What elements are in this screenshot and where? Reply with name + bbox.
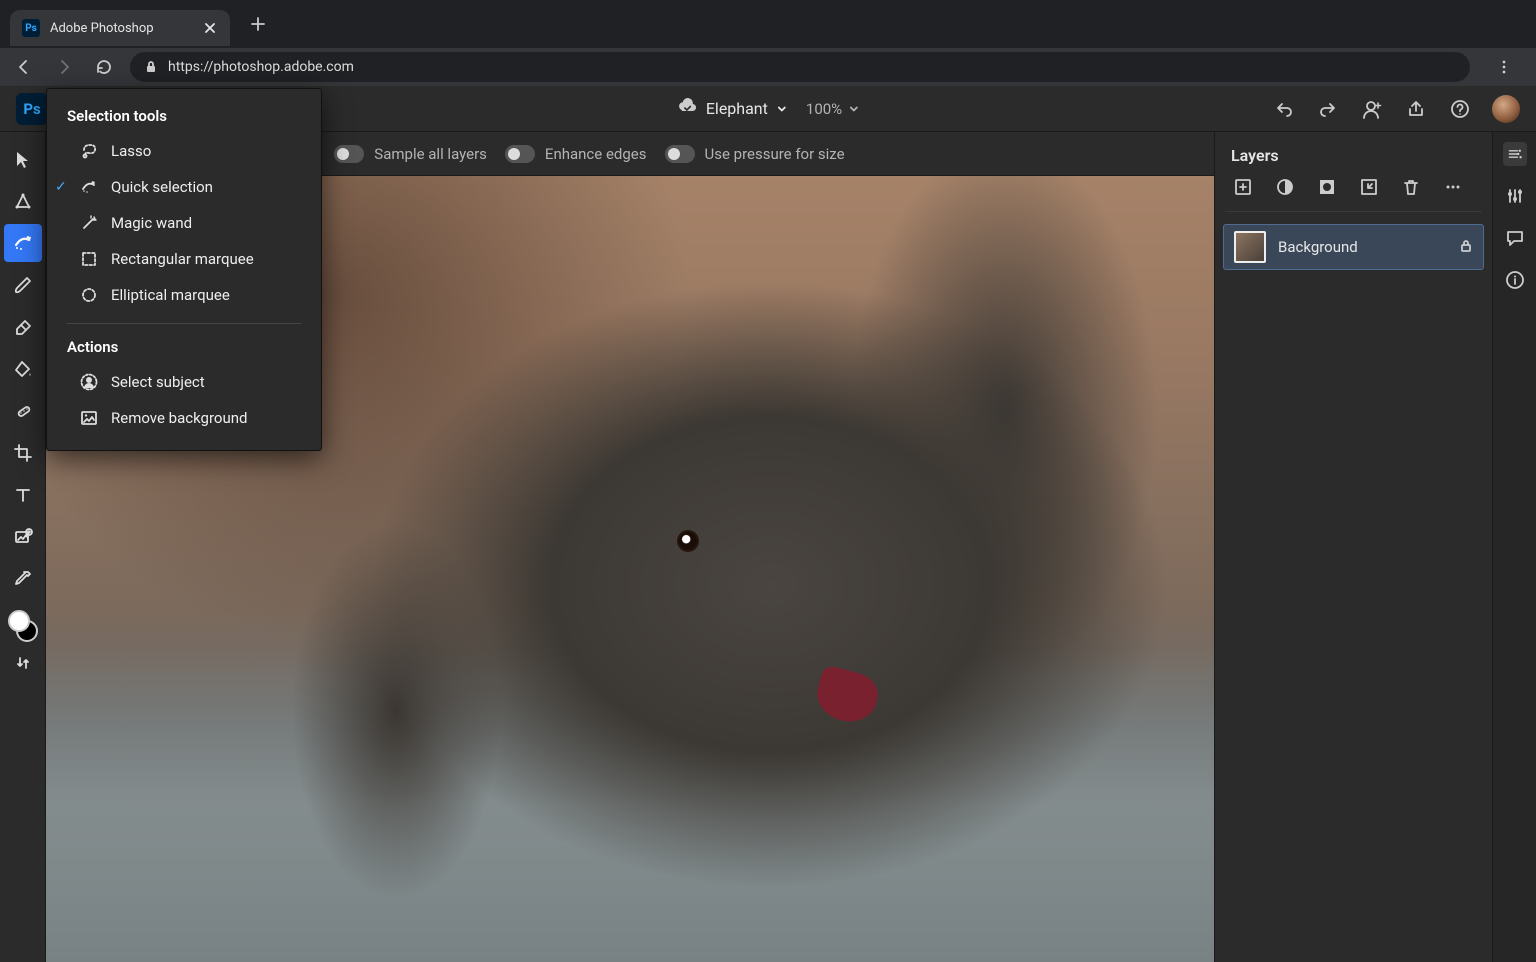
foreground-color-swatch[interactable] (8, 610, 30, 632)
brush-tool[interactable] (4, 266, 42, 304)
clip-mask-button[interactable] (1357, 175, 1381, 199)
properties-panel-icon[interactable] (1503, 142, 1527, 166)
layer-row-background[interactable]: Background (1223, 224, 1484, 270)
sample-all-layers-toggle[interactable]: Sample all layers (334, 145, 487, 163)
mask-button[interactable] (1315, 175, 1339, 199)
flyout-item-remove-bg[interactable]: ✓ Remove background (47, 400, 321, 436)
transform-tool[interactable] (4, 182, 42, 220)
flyout-item-quick-selection[interactable]: ✓ Quick selection (47, 169, 321, 205)
toggle-label: Enhance edges (545, 145, 647, 163)
reload-button[interactable] (90, 53, 118, 81)
place-image-tool[interactable] (4, 518, 42, 556)
more-layers-options-icon[interactable] (1441, 175, 1465, 199)
photoshop-logo[interactable]: Ps (16, 93, 48, 125)
help-icon[interactable] (1448, 97, 1472, 121)
flyout-item-rect-marquee[interactable]: ✓ Rectangular marquee (47, 241, 321, 277)
tools-panel (0, 132, 46, 962)
forward-button[interactable] (50, 53, 78, 81)
toggle-label: Sample all layers (374, 145, 487, 163)
browser-menu-button[interactable] (1490, 53, 1518, 81)
document-name: Elephant (706, 99, 768, 118)
lasso-icon (79, 141, 99, 161)
enhance-edges-toggle[interactable]: Enhance edges (505, 145, 647, 163)
toggle-switch[interactable] (334, 145, 364, 163)
redo-button[interactable] (1316, 97, 1340, 121)
close-tab-icon[interactable] (202, 20, 218, 36)
info-panel-icon[interactable] (1503, 268, 1527, 292)
new-tab-button[interactable] (244, 10, 272, 38)
selection-tool[interactable] (4, 224, 42, 262)
back-button[interactable] (10, 53, 38, 81)
flyout-item-magic-wand[interactable]: ✓ Magic wand (47, 205, 321, 241)
quick-selection-icon (79, 177, 99, 197)
zoom-control[interactable]: 100% (806, 100, 860, 118)
layers-panel: Layers Background (1214, 132, 1492, 962)
flyout-item-label: Select subject (111, 373, 205, 391)
lock-icon (144, 60, 158, 74)
cloud-sync-icon (676, 96, 698, 122)
comments-panel-icon[interactable] (1503, 226, 1527, 250)
share-icon[interactable] (1404, 97, 1428, 121)
flyout-item-label: Quick selection (111, 178, 213, 196)
canvas-artwork-detail (811, 664, 882, 728)
flyout-heading-selection: Selection tools (47, 103, 321, 133)
chevron-down-icon[interactable] (848, 103, 860, 115)
type-tool[interactable] (4, 476, 42, 514)
flyout-item-ellip-marquee[interactable]: ✓ Elliptical marquee (47, 277, 321, 313)
fill-tool[interactable] (4, 350, 42, 388)
browser-tab-strip: Ps Adobe Photoshop (0, 0, 1536, 48)
color-swatches[interactable] (6, 608, 40, 644)
canvas-artwork-detail (677, 530, 699, 552)
flyout-item-label: Elliptical marquee (111, 286, 230, 304)
layers-toolbar (1215, 175, 1492, 211)
eraser-tool[interactable] (4, 308, 42, 346)
invite-icon[interactable] (1360, 97, 1384, 121)
layer-name: Background (1278, 238, 1447, 256)
flyout-heading-actions: Actions (47, 334, 321, 364)
flyout-item-label: Magic wand (111, 214, 192, 232)
toggle-switch[interactable] (665, 145, 695, 163)
swap-colors-tool[interactable] (4, 648, 42, 678)
layer-thumbnail (1234, 231, 1266, 263)
browser-tab[interactable]: Ps Adobe Photoshop (10, 10, 230, 46)
selection-tools-flyout: Selection tools ✓ Lasso ✓ Quick selectio… (46, 88, 322, 451)
undo-button[interactable] (1272, 97, 1296, 121)
delete-layer-button[interactable] (1399, 175, 1423, 199)
flyout-item-label: Lasso (111, 142, 151, 160)
crop-tool[interactable] (4, 434, 42, 472)
add-layer-button[interactable] (1231, 175, 1255, 199)
move-tool[interactable] (4, 140, 42, 178)
rect-marquee-icon (79, 249, 99, 269)
adjustments-panel-icon[interactable] (1503, 184, 1527, 208)
flyout-item-select-subject[interactable]: ✓ Select subject (47, 364, 321, 400)
flyout-item-label: Remove background (111, 409, 247, 427)
flyout-item-lasso[interactable]: ✓ Lasso (47, 133, 321, 169)
layers-panel-title: Layers (1215, 132, 1492, 175)
document-title[interactable]: Elephant (676, 96, 788, 122)
browser-toolbar: https://photoshop.adobe.com (0, 48, 1536, 86)
magic-wand-icon (79, 213, 99, 233)
toggle-switch[interactable] (505, 145, 535, 163)
remove-background-icon (79, 408, 99, 428)
lock-icon[interactable] (1459, 238, 1473, 257)
ellipse-marquee-icon (79, 285, 99, 305)
address-bar[interactable]: https://photoshop.adobe.com (130, 52, 1470, 82)
toggle-label: Use pressure for size (705, 145, 845, 163)
flyout-item-label: Rectangular marquee (111, 250, 254, 268)
user-avatar[interactable] (1492, 95, 1520, 123)
adjustment-layer-button[interactable] (1273, 175, 1297, 199)
select-subject-icon (79, 372, 99, 392)
heal-tool[interactable] (4, 392, 42, 430)
divider (1225, 211, 1482, 212)
chevron-down-icon[interactable] (776, 103, 788, 115)
photoshop-favicon: Ps (22, 19, 40, 37)
check-icon: ✓ (55, 179, 67, 195)
collapsed-panels-strip (1492, 132, 1536, 962)
url-text: https://photoshop.adobe.com (168, 59, 354, 75)
use-pressure-toggle[interactable]: Use pressure for size (665, 145, 845, 163)
divider (67, 323, 301, 324)
tab-title: Adobe Photoshop (50, 21, 192, 36)
eyedropper-tool[interactable] (4, 560, 42, 598)
zoom-value: 100% (806, 100, 842, 118)
